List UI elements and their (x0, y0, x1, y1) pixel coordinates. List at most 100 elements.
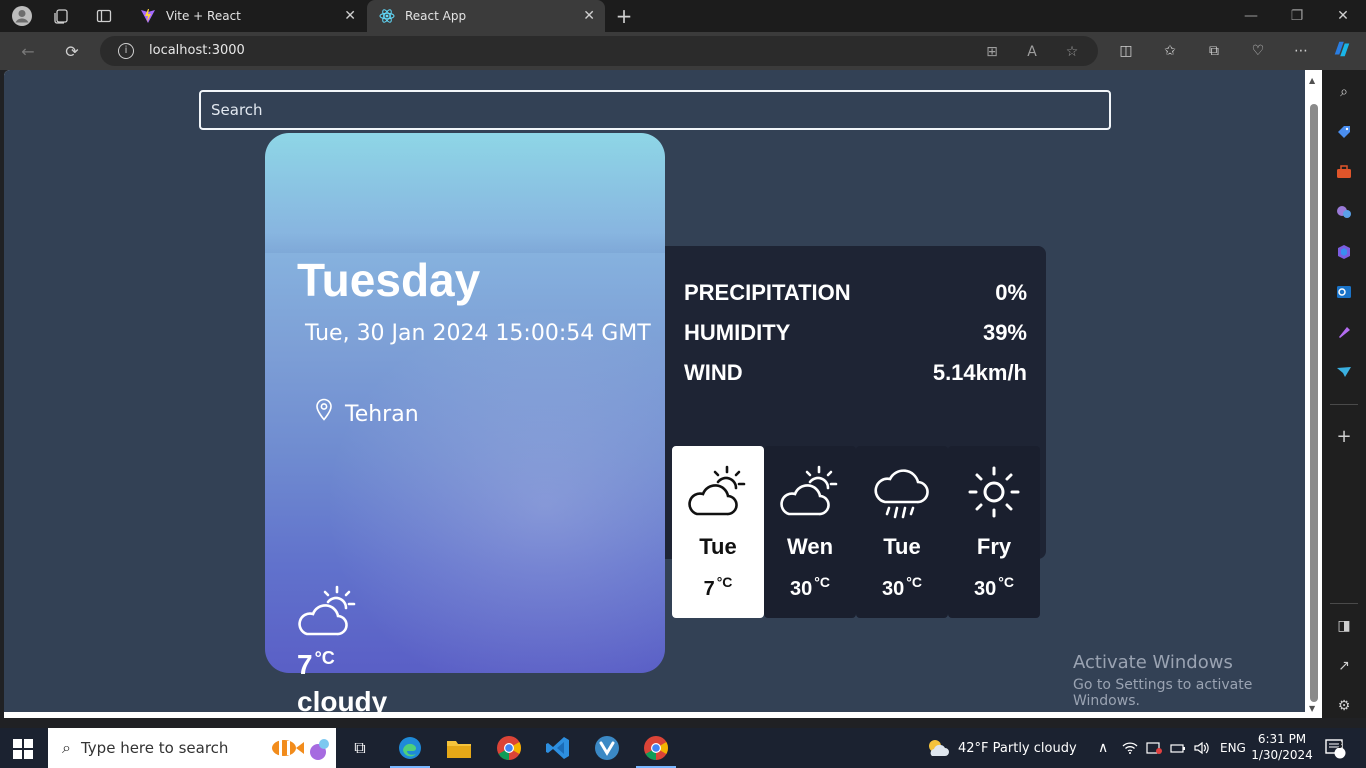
volume-icon[interactable] (1193, 728, 1209, 768)
partly-cloudy-icon (298, 585, 356, 636)
forecast-card[interactable]: Tue 30 °C (856, 446, 948, 618)
minimize-icon[interactable]: — (1228, 0, 1274, 32)
forecast-day: Wen (786, 534, 834, 559)
battery-icon[interactable] (1170, 728, 1186, 768)
address-bar[interactable]: i localhost:3000 ⊞ A ☆ (100, 36, 1098, 66)
system-clock[interactable]: 6:31 PM 1/30/2024 (1250, 731, 1314, 763)
day-title: Tuesday (297, 254, 481, 306)
refresh-icon[interactable]: ⟳ (58, 39, 86, 63)
close-window-icon[interactable]: ✕ (1320, 0, 1366, 32)
datetime-text: Tue, 30 Jan 2024 15:00:54 GMT (305, 321, 651, 346)
taskbar-weather-widget[interactable]: 42°F Partly cloudy (926, 728, 1077, 768)
react-icon (379, 8, 395, 24)
profile-icon[interactable] (6, 4, 38, 28)
site-info-icon[interactable]: i (118, 43, 134, 59)
edge-taskbar-icon[interactable] (396, 734, 424, 762)
tab-title: React App (405, 9, 467, 23)
partly-cloudy-icon (929, 740, 949, 756)
forecast-temp: 30 °C (882, 574, 922, 600)
forecast-card[interactable]: Tue 7 °C (672, 446, 764, 618)
microsoft365-icon[interactable] (1334, 242, 1354, 262)
scroll-up-icon[interactable]: ▲ (1309, 76, 1315, 85)
add-sidebar-app-icon[interactable]: + (1334, 426, 1354, 447)
vivaldi-icon[interactable] (593, 734, 621, 762)
search-icon: ⌕ (62, 738, 71, 757)
outlook-icon[interactable] (1334, 282, 1354, 302)
tab-react-app[interactable]: React App ✕ (367, 0, 605, 32)
detail-value: 39% (982, 320, 1027, 345)
search-input[interactable] (199, 90, 1111, 130)
search-icon[interactable]: ⌕ (1334, 82, 1354, 102)
tab-actions-icon[interactable] (88, 4, 120, 28)
close-tab-icon[interactable]: ✕ (583, 8, 595, 24)
activate-windows-watermark: Activate Windows Go to Settings to activ… (1073, 652, 1305, 709)
detail-label: PRECIPITATION (684, 280, 851, 305)
chrome-icon[interactable] (495, 734, 523, 762)
forecast-card[interactable]: Fry 30 °C (948, 446, 1040, 618)
detail-value: 0% (995, 280, 1027, 305)
task-view-icon[interactable]: ⧉ (346, 734, 374, 762)
clock-time: 6:31 PM (1257, 732, 1307, 746)
designer-icon[interactable] (1334, 322, 1354, 342)
location-pin-icon (316, 398, 332, 421)
weather-app: Tuesday Tue, 30 Jan 2024 15:00:54 GMT Te… (4, 70, 1305, 712)
url-text[interactable]: localhost:3000 (149, 43, 245, 58)
back-icon[interactable]: ← (14, 39, 42, 63)
app-available-icon[interactable]: ⊞ (982, 43, 1002, 61)
partly-cloudy-icon (780, 465, 838, 516)
file-explorer-icon[interactable] (445, 734, 473, 762)
page-viewport: Tuesday Tue, 30 Jan 2024 15:00:54 GMT Te… (4, 70, 1322, 718)
read-aloud-icon[interactable]: A (1022, 43, 1042, 61)
watermark-subtitle: Go to Settings to activate Windows. (1073, 677, 1253, 709)
current-temperature: 7 °C (297, 648, 335, 680)
favorites-icon[interactable]: ✩ (1160, 42, 1180, 60)
forecast-temp: 30 °C (974, 574, 1014, 600)
navigation-bar: ← ⟳ i localhost:3000 ⊞ A ☆ ◫ ✩ ⧉ ♡ ⋯ (0, 32, 1366, 70)
browser-essentials-icon[interactable]: ♡ (1248, 42, 1268, 60)
temperature-unit: °C (314, 648, 335, 668)
drop-icon[interactable] (1334, 362, 1354, 382)
shopping-icon[interactable] (1334, 122, 1354, 142)
split-screen-icon[interactable]: ◫ (1116, 42, 1136, 60)
edge-sidebar: ⌕ + ◨ ↗ ⚙ (1322, 70, 1366, 718)
detail-value: 5.14km/h (932, 360, 1027, 385)
collections-icon[interactable] (46, 4, 78, 28)
partly-cloudy-icon (688, 465, 746, 516)
vscode-icon[interactable] (544, 734, 572, 762)
detail-row-humidity: HUMIDITY 39% (684, 320, 1027, 346)
scrollbar-thumb[interactable] (1310, 104, 1318, 702)
collections-icon[interactable]: ⧉ (1204, 42, 1224, 60)
show-hidden-icons-icon[interactable]: ∧ (1098, 728, 1108, 768)
games-icon[interactable] (1334, 202, 1354, 222)
vite-icon (140, 8, 156, 24)
restore-icon[interactable]: ❐ (1274, 0, 1320, 32)
detail-row-precipitation: PRECIPITATION 0% (684, 280, 1027, 306)
forecast-temp: 30 °C (790, 574, 830, 600)
hero-horizon (265, 233, 665, 253)
settings-gear-icon[interactable]: ⚙ (1334, 696, 1354, 716)
security-alert-icon[interactable] (1146, 728, 1162, 768)
hide-sidebar-icon[interactable]: ◨ (1334, 616, 1354, 636)
notifications-icon[interactable]: 3 (1324, 728, 1346, 768)
vertical-scrollbar[interactable]: ▲ ▼ (1305, 70, 1322, 718)
more-menu-icon[interactable]: ⋯ (1291, 42, 1311, 60)
tab-title: Vite + React (166, 9, 241, 23)
external-link-icon[interactable]: ↗ (1334, 656, 1354, 676)
copilot-icon[interactable] (1332, 40, 1352, 58)
browser-title-bar: Vite + React ✕ React App ✕ + — ❐ ✕ (0, 0, 1366, 32)
wifi-icon[interactable] (1122, 728, 1138, 768)
search-highlight-icon (272, 739, 329, 760)
sun-icon (968, 466, 1020, 518)
close-tab-icon[interactable]: ✕ (344, 8, 356, 24)
taskbar-search-box[interactable]: ⌕ Type here to search (48, 728, 336, 768)
windows-start-icon[interactable] (12, 738, 34, 760)
tab-vite-react[interactable]: Vite + React ✕ (128, 0, 366, 32)
new-tab-icon[interactable]: + (608, 4, 640, 28)
watermark-title: Activate Windows (1073, 652, 1233, 673)
forecast-card[interactable]: Wen 30 °C (764, 446, 856, 618)
favorite-star-icon[interactable]: ☆ (1062, 43, 1082, 61)
scroll-down-icon[interactable]: ▼ (1309, 704, 1315, 713)
chrome-profile-icon[interactable] (642, 734, 670, 762)
tools-icon[interactable] (1334, 162, 1354, 182)
language-indicator[interactable]: ENG (1220, 728, 1246, 768)
